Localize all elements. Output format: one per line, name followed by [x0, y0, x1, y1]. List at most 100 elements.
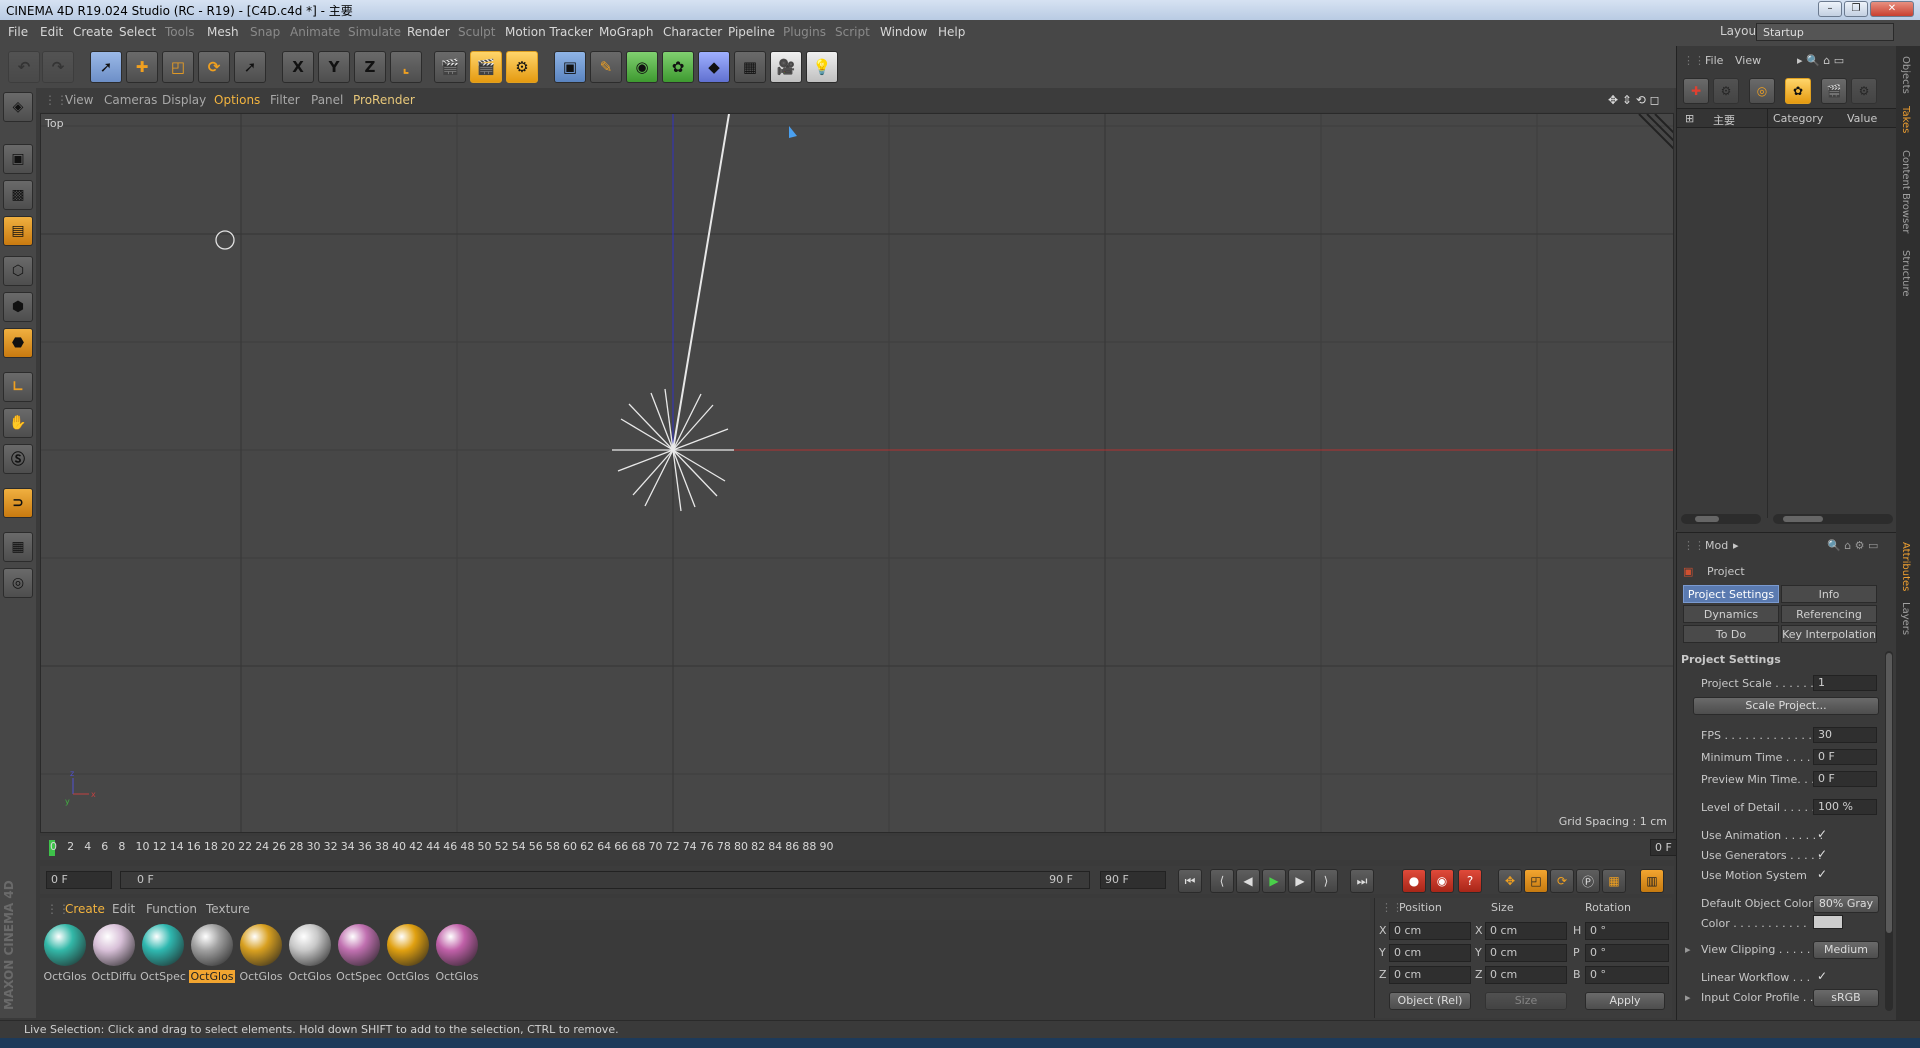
attributes-vscroll[interactable] — [1885, 651, 1893, 1011]
axis-mode-icon[interactable]: ∟ — [3, 372, 33, 402]
menu-edit[interactable]: Edit — [40, 25, 63, 39]
category-column-header[interactable]: Category — [1773, 112, 1823, 125]
material-swatch[interactable]: OctGlos — [189, 924, 235, 983]
viewport-nav-icons[interactable]: ✥ ⇕ ⟲ ◻ — [1608, 93, 1660, 107]
start-frame-field[interactable]: 0 F — [46, 871, 112, 889]
move-icon[interactable]: ✚ — [126, 51, 158, 83]
view-clipping-select[interactable]: Medium — [1813, 941, 1879, 959]
make-editable-icon[interactable]: ◈ — [3, 92, 33, 122]
z-axis-lock-button[interactable]: Z — [354, 51, 386, 83]
side-tab-objects[interactable]: Objects — [1900, 56, 1911, 94]
material-swatch[interactable]: OctGlos — [42, 924, 88, 983]
edges-mode-icon[interactable]: ⬢ — [3, 292, 33, 322]
octane-object-icon[interactable]: ✿ — [1785, 78, 1811, 104]
texture-mode-icon[interactable]: ▩ — [3, 180, 33, 210]
points-mode-icon[interactable]: ⬡ — [3, 256, 33, 286]
lock-workplane-icon[interactable]: ▦ — [3, 532, 33, 562]
menu-animate[interactable]: Animate — [290, 25, 340, 39]
end-frame-field[interactable]: 90 F — [1100, 871, 1166, 889]
timeline-window-icon[interactable]: ▥ — [1640, 869, 1664, 893]
value-column-header[interactable]: Value — [1847, 112, 1877, 125]
light-icon[interactable]: 💡 — [806, 51, 838, 83]
mat-menu-create[interactable]: Create — [65, 902, 105, 916]
undo-icon[interactable]: ↶ — [8, 51, 40, 83]
timeline-ruler[interactable]: 0 2 4 6 8 10 12 14 16 18 20 22 24 26 28 30 32 34 36 38 40 42 4… — [40, 836, 1710, 860]
recent-tool-icon[interactable]: ➚ — [234, 51, 266, 83]
preview-min-field[interactable]: 0 F — [1813, 771, 1877, 787]
menu-mograph[interactable]: MoGraph — [599, 25, 654, 39]
next-frame-icon[interactable]: ▶ — [1288, 869, 1312, 893]
render-view-icon[interactable]: 🎬 — [434, 51, 466, 83]
maximize-button[interactable]: ❐ — [1844, 1, 1868, 17]
size-mode-select[interactable]: Size — [1485, 992, 1567, 1010]
obj-toolbar-icons[interactable]: ▸ 🔍 ⌂ ▭ — [1797, 54, 1844, 67]
autokey-icon[interactable]: ◉ — [1430, 869, 1454, 893]
play-icon[interactable]: ▶ — [1262, 869, 1286, 893]
octane-live-viewer-icon[interactable]: ⚙ — [1713, 78, 1739, 104]
apply-button[interactable]: Apply — [1585, 992, 1665, 1010]
tree-toggle-icon[interactable]: ⊞ — [1685, 112, 1694, 125]
menu-snap[interactable]: Snap — [250, 25, 280, 39]
material-swatch[interactable]: OctGlos — [434, 924, 480, 983]
key-rotation-icon[interactable]: ⟳ — [1550, 869, 1574, 893]
camera-icon[interactable]: 🎥 — [770, 51, 802, 83]
scale-project-button[interactable]: Scale Project... — [1693, 697, 1879, 715]
go-to-start-icon[interactable]: ⏮ — [1178, 869, 1202, 893]
attr-arrow-icon[interactable]: ▸ — [1733, 539, 1739, 552]
x-axis-lock-button[interactable]: X — [282, 51, 314, 83]
side-tab-structure[interactable]: Structure — [1900, 250, 1911, 297]
vp-menu-prorender[interactable]: ProRender — [353, 93, 415, 107]
viewport-top[interactable]: z x y Top Grid Spacing : 1 cm — [40, 113, 1674, 833]
fps-field[interactable]: 30 — [1813, 727, 1877, 743]
model-mode-icon[interactable]: ▣ — [3, 144, 33, 174]
vp-menu-cameras[interactable]: Cameras — [104, 93, 157, 107]
key-parameter-icon[interactable]: Ⓟ — [1576, 869, 1600, 893]
tab-dynamics[interactable]: Dynamics — [1683, 605, 1779, 623]
record-keys-icon[interactable]: ● — [1402, 869, 1426, 893]
key-pla-icon[interactable]: ▦ — [1602, 869, 1626, 893]
menu-simulate[interactable]: Simulate — [348, 25, 401, 39]
material-swatch[interactable]: OctGlos — [287, 924, 333, 983]
input-profile-expand-icon[interactable]: ▸ — [1685, 991, 1691, 1004]
workplane-mode-icon[interactable]: ▤ — [3, 216, 33, 246]
next-key-icon[interactable]: ⟩ — [1314, 869, 1338, 893]
position-z-field[interactable]: 0 cm — [1389, 966, 1471, 984]
menu-character[interactable]: Character — [663, 25, 722, 39]
position-x-field[interactable]: 0 cm — [1389, 922, 1471, 940]
tab-project-settings[interactable]: Project Settings — [1683, 585, 1779, 603]
menu-mesh[interactable]: Mesh — [207, 25, 239, 39]
previous-frame-icon[interactable]: ◀ — [1236, 869, 1260, 893]
tab-key-interpolation[interactable]: Key Interpolation — [1781, 625, 1877, 643]
menu-render[interactable]: Render — [407, 25, 450, 39]
attr-mode-menu[interactable]: Mod — [1705, 539, 1728, 552]
deformer-icon[interactable]: ◆ — [698, 51, 730, 83]
minimize-button[interactable]: – — [1818, 1, 1842, 17]
menu-script[interactable]: Script — [835, 25, 870, 39]
scale-icon[interactable]: ◰ — [162, 51, 194, 83]
attr-toolbar-icons[interactable]: 🔍 ⌂ ⚙ ▭ — [1827, 539, 1878, 552]
mat-menu-texture[interactable]: Texture — [206, 902, 250, 916]
default-color-select[interactable]: 80% Gray — [1813, 895, 1879, 913]
material-swatch[interactable]: OctSpec — [140, 924, 186, 983]
range-slider[interactable]: 0 F 90 F — [120, 871, 1090, 889]
coordinate-mode-select[interactable]: Object (Rel) — [1389, 992, 1471, 1010]
obj-menu-file[interactable]: File — [1705, 54, 1723, 67]
material-swatch[interactable]: OctGlos — [385, 924, 431, 983]
tree-scrollbar[interactable] — [1681, 514, 1761, 524]
project-scale-field[interactable]: 1 — [1813, 675, 1877, 691]
size-x-field[interactable]: 0 cm — [1485, 922, 1567, 940]
material-swatch[interactable]: OctDiffu — [91, 924, 137, 983]
redo-icon[interactable]: ↷ — [42, 51, 74, 83]
attributes-scrollbar[interactable] — [1773, 514, 1893, 524]
view-clipping-expand-icon[interactable]: ▸ — [1685, 943, 1691, 956]
menu-file[interactable]: File — [8, 25, 28, 39]
polygons-mode-icon[interactable]: ⬣ — [3, 328, 33, 358]
rotation-h-field[interactable]: 0 ° — [1585, 922, 1669, 940]
octane-render-icon[interactable]: 🎬 — [1821, 78, 1847, 104]
menu-tools[interactable]: Tools — [165, 25, 195, 39]
rotation-b-field[interactable]: 0 ° — [1585, 966, 1669, 984]
object-root-label[interactable]: 主要 — [1713, 112, 1735, 128]
cloner-icon[interactable]: ✿ — [662, 51, 694, 83]
side-tab-takes[interactable]: Takes — [1900, 106, 1911, 133]
render-settings-icon[interactable]: ⚙ — [506, 51, 538, 83]
